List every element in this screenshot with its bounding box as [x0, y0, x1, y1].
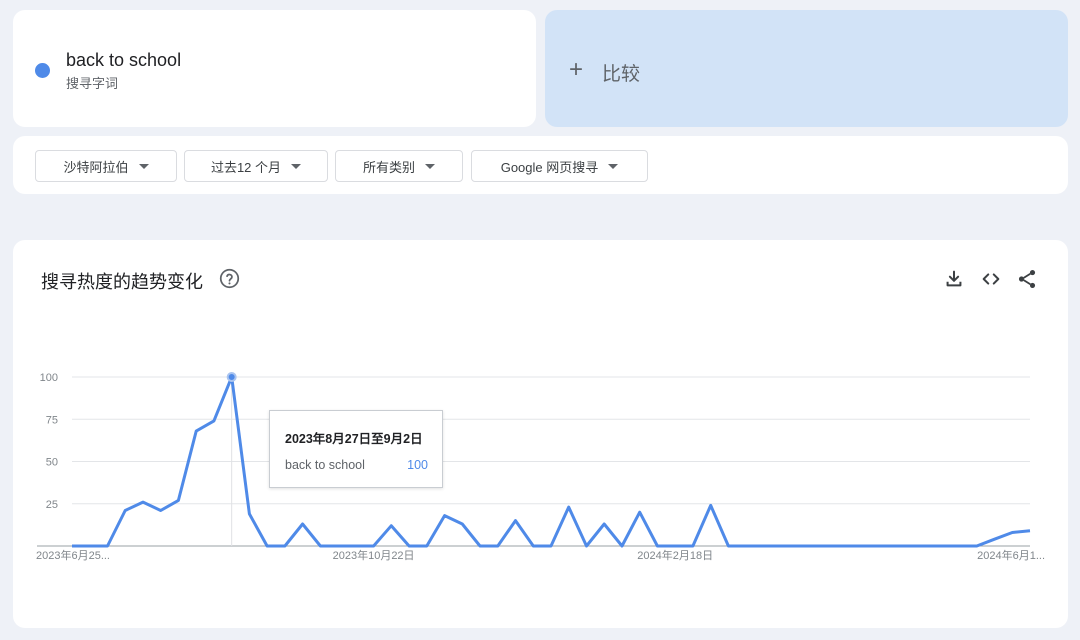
x-tick-label: 2024年6月1... [977, 548, 1045, 562]
y-tick-label: 100 [40, 372, 58, 384]
series-color-dot [35, 63, 50, 78]
search-term-type: 搜寻字词 [66, 76, 119, 91]
compare-button[interactable]: + 比较 [545, 10, 1068, 127]
y-tick-label: 50 [46, 457, 58, 469]
x-tick-label: 2024年2月18日 [637, 548, 713, 562]
compare-label: 比较 [602, 64, 641, 85]
interest-over-time-card: 搜寻热度的趋势变化 25 50 75 100 2023年6月25... 2023年10月… [13, 240, 1068, 628]
dropdown-caret-icon [425, 163, 435, 169]
dropdown-caret-icon [291, 163, 302, 169]
y-tick-label: 25 [46, 499, 58, 511]
search-type-filter-dropdown[interactable]: Google 网页搜寻 [471, 150, 648, 182]
tooltip-value: 100 [407, 458, 428, 472]
search-term-name[interactable]: back to school [66, 50, 181, 71]
x-tick-label: 2023年6月25... [36, 548, 110, 562]
category-filter-dropdown[interactable]: 所有类别 [335, 150, 463, 182]
search-term-card[interactable]: back to school 搜寻字词 [13, 10, 536, 127]
region-filter-dropdown[interactable]: 沙特阿拉伯 [35, 150, 177, 182]
region-filter-label: 沙特阿拉伯 [63, 159, 129, 175]
search-type-filter-label: Google 网页搜寻 [500, 159, 599, 175]
time-range-filter-dropdown[interactable]: 过去12 个月 [184, 150, 328, 182]
y-tick-label: 75 [46, 414, 58, 426]
data-tooltip: 2023年8月27日至9月2日 back to school 100 [269, 410, 443, 488]
filter-bar: 沙特阿拉伯 过去12 个月 所有类别 Google 网页搜寻 [13, 136, 1068, 194]
x-tick-label: 2023年10月22日 [333, 548, 415, 562]
category-filter-label: 所有类别 [362, 159, 415, 175]
dropdown-caret-icon [608, 163, 619, 169]
dropdown-caret-icon [138, 163, 149, 169]
plus-icon: + [569, 56, 584, 83]
time-range-filter-label: 过去12 个月 [210, 159, 282, 175]
tooltip-series-name: back to school [285, 458, 365, 472]
tooltip-date: 2023年8月27日至9月2日 [285, 432, 423, 446]
highlighted-data-point[interactable] [226, 372, 237, 382]
trend-line-chart: 25 50 75 100 2023年6月25... 2023年10月22日 2024年2月… [36, 372, 1045, 562]
